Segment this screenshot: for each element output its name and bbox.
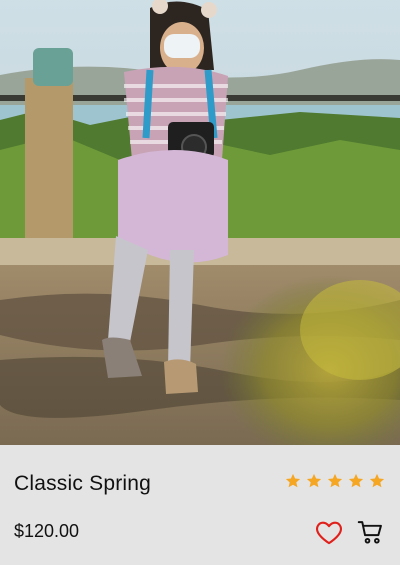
favorite-button[interactable] [314,517,344,547]
heart-outline-icon [316,521,342,545]
product-image[interactable] [0,0,400,445]
star-icon [306,473,322,488]
product-price: $120.00 [14,521,80,541]
shopping-cart-icon [357,521,382,544]
star-icon [285,473,301,488]
product-info-panel: Classic Spring $120.00 [0,445,400,565]
star-icon [327,473,343,488]
star-icon [348,473,364,488]
product-actions [314,517,386,547]
star-icon [369,473,385,488]
product-card[interactable]: Classic Spring $120.00 [0,0,400,565]
rating-stars [284,472,386,490]
product-title: Classic Spring [14,472,152,495]
add-to-cart-button[interactable] [356,517,386,547]
product-photo [0,0,400,445]
